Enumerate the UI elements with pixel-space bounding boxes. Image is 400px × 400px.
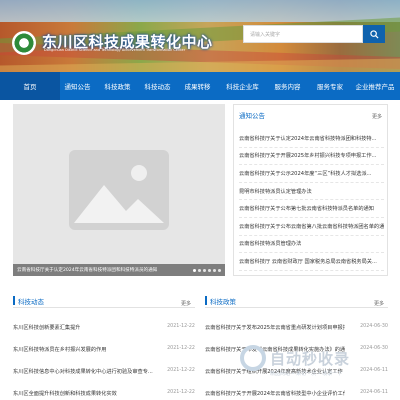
list-item[interactable]: 东川区科技信息中心对科技成果转化中心进行初验及审查专... 2021-12-22: [13, 368, 195, 378]
list-item[interactable]: 东川区全面提升科技创新和科技成果转化实效 2021-12-22: [13, 390, 195, 400]
nav-item-experts[interactable]: 服务专家: [310, 72, 350, 100]
carousel-dot[interactable]: [198, 269, 201, 272]
policy-more-link[interactable]: 更多: [374, 300, 384, 307]
watermark-logo-icon: [240, 345, 266, 371]
item-title[interactable]: 东川区科技特派员在乡村振兴发展的作用: [13, 346, 106, 356]
list-item[interactable]: 昆明市科技特派员认定管理办法: [239, 183, 384, 201]
site-header: 东川区科技成果转化中心 Dongchuan District Science a…: [0, 0, 400, 72]
search-input[interactable]: 请输入关键字: [243, 25, 363, 43]
item-title[interactable]: 东川区科技创新要素汇集提升: [13, 324, 80, 334]
item-date: 2021-12-22: [167, 368, 195, 373]
notice-title[interactable]: 通知公告: [239, 110, 265, 120]
list-item[interactable]: 东川区科技创新要素汇集提升 2021-12-22: [13, 324, 195, 334]
item-date: 2024-06-30: [360, 324, 388, 329]
dynamics-panel: 科技动态 更多 东川区科技创新要素汇集提升 2021-12-22 东川区科技特派员…: [13, 294, 195, 400]
list-item[interactable]: 云南省科技特派员管理办法: [239, 236, 384, 254]
site-subtitle: Dongchuan District Science and Technolog…: [44, 48, 186, 52]
list-item[interactable]: 云南省科技厅关于开展2025年乡村振兴科技专项申报工作...: [239, 148, 384, 166]
main-nav: 首页 通知公告 科技政策 科技动态 成果转移 科技企业库 服务内容 服务专家 企…: [0, 72, 400, 100]
item-date: 2021-12-22: [167, 346, 195, 351]
banner-image: [13, 104, 225, 276]
banner-carousel[interactable]: 云南省科技厅关于认定2024年云南省科技特派团和科技特派员的通知: [13, 104, 225, 276]
nav-item-policy[interactable]: 科技政策: [95, 72, 140, 100]
list-item[interactable]: 云南省科技厅关于公布第七批云南省科技特派员名单的通知: [239, 200, 384, 218]
header-sky: [0, 0, 400, 22]
nav-item-home[interactable]: 首页: [0, 72, 60, 100]
list-item[interactable]: 云南省科技厅关于公布云南省第八批云南省科技特派团名单的通知: [239, 218, 384, 236]
item-date: 2021-12-22: [167, 324, 195, 329]
watermark-subtext: 精品网站 • 来访一次 • 收录一下: [270, 371, 343, 377]
dynamics-more-link[interactable]: 更多: [181, 300, 191, 307]
list-item[interactable]: 云南省科技厅关于开展2024年云南省科技型中小企业评价工作 2024-06-11: [205, 390, 388, 400]
nav-item-transfer[interactable]: 成果转移: [175, 72, 220, 100]
item-title[interactable]: 东川区科技信息中心对科技成果转化中心进行初验及审查专...: [13, 368, 153, 378]
list-item[interactable]: 云南省科技厅关于公示2024年度“三区”科技人才拟选派...: [239, 165, 384, 183]
carousel-dot[interactable]: [213, 269, 216, 272]
search-button[interactable]: [363, 25, 385, 43]
carousel-dot[interactable]: [203, 269, 206, 272]
item-title[interactable]: 云南省科技厅关于开展2024年云南省科技型中小企业评价工作: [205, 390, 345, 400]
dynamics-title[interactable]: 科技动态: [18, 296, 44, 306]
search-icon: [369, 29, 379, 39]
nav-item-enterprise[interactable]: 科技企业库: [220, 72, 265, 100]
list-item[interactable]: 云南省科技厅 云南省财政厅 国家税务总局云南省税务局关...: [239, 253, 384, 271]
item-date: 2024-06-11: [360, 390, 388, 395]
list-item[interactable]: 云南省科技厅关于认定2024年云南省科技特派团和科技特...: [239, 130, 384, 148]
notice-list: 云南省科技厅关于认定2024年云南省科技特派团和科技特... 云南省科技厅关于开…: [239, 130, 384, 271]
list-item[interactable]: 云南省科技厅关于发布2025年云南省重点研发计划项目申报指南 2024-06-30: [205, 324, 388, 334]
carousel-dot[interactable]: [218, 269, 221, 272]
item-date: 2021-12-22: [167, 390, 195, 395]
carousel-dots: [193, 269, 221, 272]
item-title[interactable]: 东川区全面提升科技创新和科技成果转化实效: [13, 390, 117, 400]
nav-item-services[interactable]: 服务内容: [265, 72, 310, 100]
carousel-dot[interactable]: [208, 269, 211, 272]
item-title[interactable]: 云南省科技厅关于发布2025年云南省重点研发计划项目申报指南: [205, 324, 345, 334]
nav-item-products[interactable]: 企业推荐产品: [350, 72, 400, 100]
notice-more-link[interactable]: 更多: [372, 113, 382, 120]
logo-emblem[interactable]: [12, 31, 36, 55]
policy-title[interactable]: 科技政策: [210, 296, 236, 306]
watermark-text: 自动秒收录: [270, 349, 351, 368]
notice-panel: 通知公告 更多 云南省科技厅关于认定2024年云南省科技特派团和科技特... 云…: [233, 104, 388, 276]
image-placeholder-icon: [69, 150, 169, 230]
nav-item-dynamics[interactable]: 科技动态: [140, 72, 175, 100]
panel-header: 科技动态 更多: [13, 294, 195, 308]
carousel-dot[interactable]: [193, 269, 196, 272]
panel-accent-bar: [205, 296, 207, 305]
panel-accent-bar: [13, 296, 15, 305]
nav-item-notices[interactable]: 通知公告: [60, 72, 95, 100]
panel-header: 科技政策 更多: [205, 294, 388, 308]
list-item[interactable]: 东川区科技特派员在乡村振兴发展的作用 2021-12-22: [13, 346, 195, 356]
